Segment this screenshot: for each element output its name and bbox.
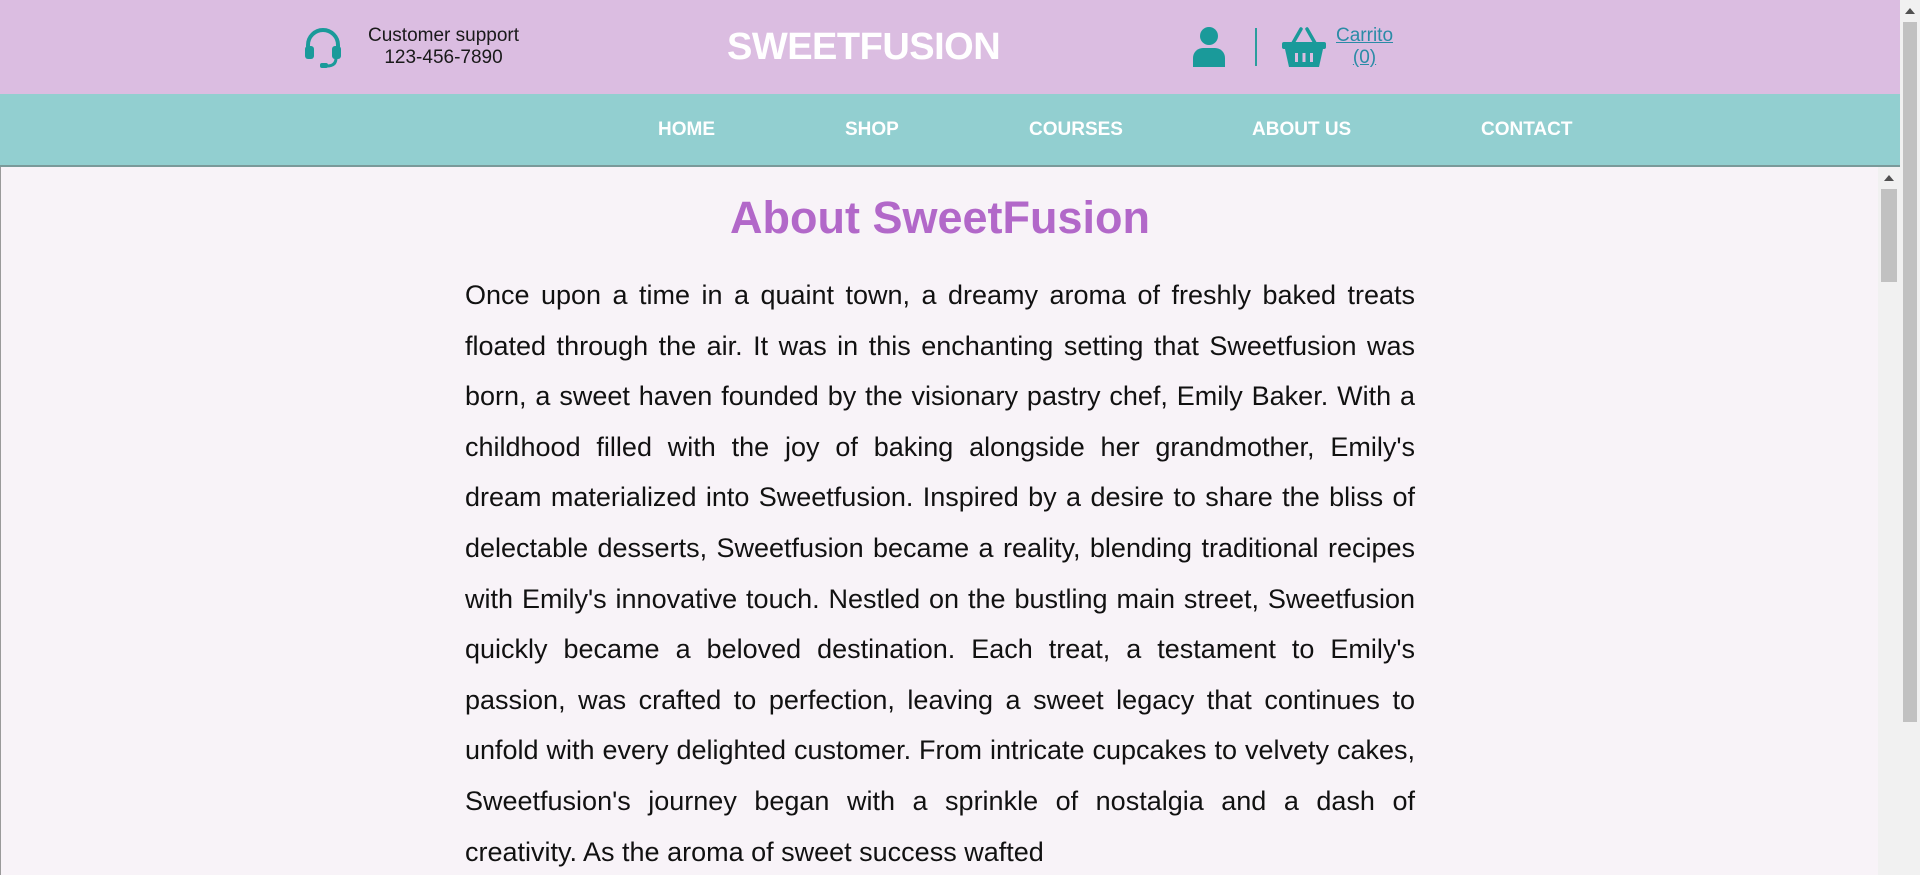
about-paragraph: Once upon a time in a quaint town, a dre… bbox=[465, 280, 1415, 867]
headset-icon bbox=[305, 28, 341, 68]
nav-shop[interactable]: SHOP bbox=[845, 119, 899, 141]
scroll-up-arrow-icon[interactable] bbox=[1884, 175, 1894, 181]
user-icon[interactable] bbox=[1191, 26, 1227, 68]
nav-courses[interactable]: COURSES bbox=[1029, 119, 1123, 141]
header-divider bbox=[1255, 28, 1257, 66]
nav-about-us[interactable]: ABOUT US bbox=[1252, 119, 1351, 141]
window-scroll-up-arrow-icon[interactable] bbox=[1905, 8, 1915, 14]
site-header: Customer support 123-456-7890 SWEETFUSIO… bbox=[0, 0, 1900, 94]
content-scrollbar[interactable] bbox=[1878, 167, 1900, 875]
cart-count: (0) bbox=[1352, 47, 1377, 68]
window-scrollbar[interactable] bbox=[1900, 0, 1920, 875]
customer-support[interactable]: Customer support 123-456-7890 bbox=[300, 24, 519, 70]
site-logo[interactable]: SWEETFUSION bbox=[727, 26, 1001, 68]
basket-icon[interactable] bbox=[1281, 25, 1327, 69]
cart-label: Carrito bbox=[1336, 25, 1394, 46]
scroll-thumb[interactable] bbox=[1881, 189, 1897, 282]
page-title: About SweetFusion bbox=[730, 192, 1150, 243]
nav-home[interactable]: HOME bbox=[658, 119, 715, 141]
support-phone: 123-456-7890 bbox=[384, 47, 503, 68]
cart-link[interactable]: Carrito (0) bbox=[1336, 25, 1393, 69]
about-section: About SweetFusion Once upon a time in a … bbox=[0, 167, 1878, 875]
window-scroll-thumb[interactable] bbox=[1903, 22, 1917, 722]
support-label: Customer support bbox=[368, 25, 520, 46]
main-nav: HOME SHOP COURSES ABOUT US CONTACT bbox=[0, 94, 1900, 167]
nav-contact[interactable]: CONTACT bbox=[1481, 119, 1572, 141]
